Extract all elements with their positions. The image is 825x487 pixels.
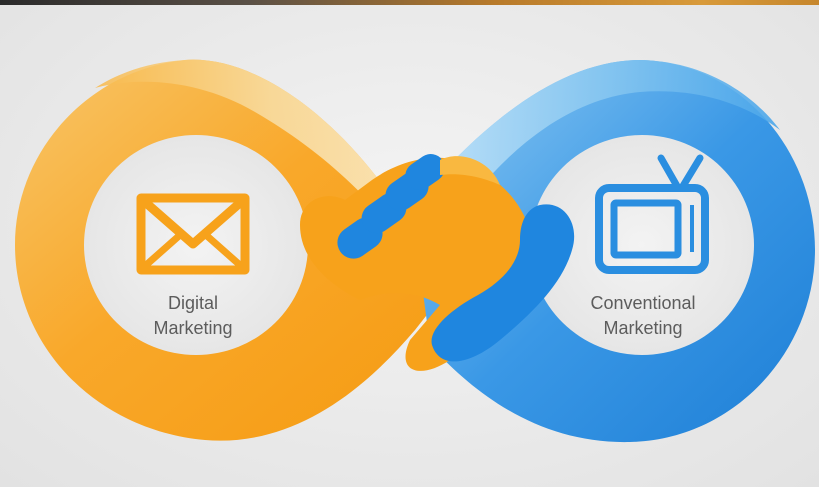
- digital-label-line1: Digital: [167, 293, 219, 313]
- right-border: [819, 0, 825, 487]
- infinity-artwork: [15, 59, 815, 443]
- digital-label-line2: Marketing: [153, 318, 233, 338]
- conventional-label-line1: Conventional: [590, 293, 696, 313]
- infinity-diagram: Digital Marketing Conventional Marketing: [0, 0, 825, 487]
- conventional-marketing-label: Conventional Marketing: [568, 291, 718, 341]
- conventional-label-line2: Marketing: [603, 318, 683, 338]
- digital-marketing-label: Digital Marketing: [128, 291, 258, 341]
